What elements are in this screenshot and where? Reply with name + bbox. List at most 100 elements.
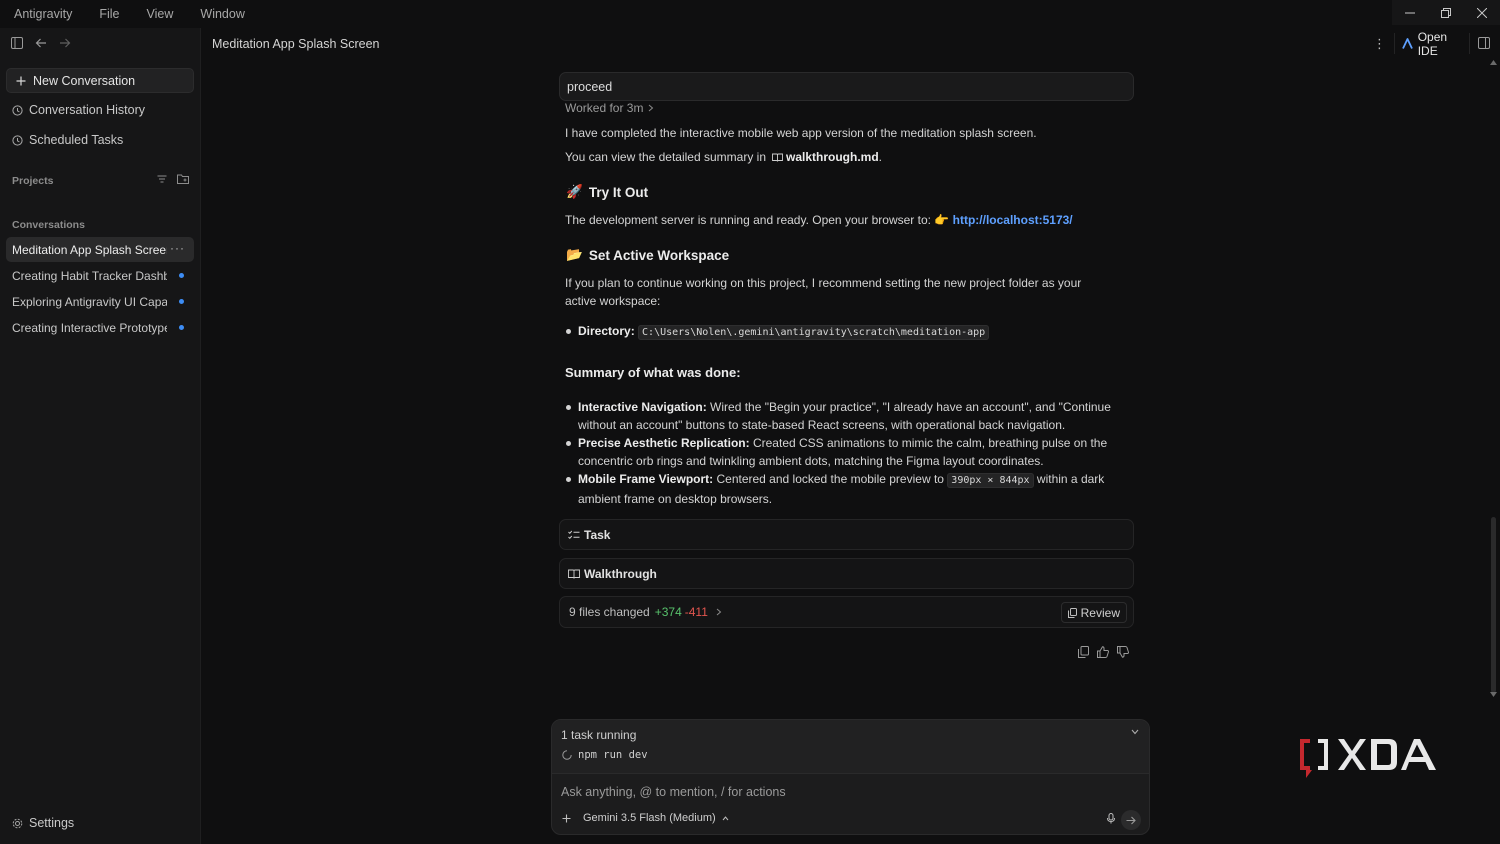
antigravity-logo-icon xyxy=(1402,38,1413,49)
scrollbar-thumb[interactable] xyxy=(1491,517,1496,693)
copy-icon xyxy=(1078,646,1089,658)
back-button[interactable] xyxy=(34,36,48,50)
localhost-link[interactable]: http://localhost:5173/ xyxy=(953,213,1073,227)
running-task-item[interactable]: npm run dev xyxy=(562,749,648,761)
walkthrough-filename: walkthrough.md xyxy=(786,150,879,164)
heading-text: Try It Out xyxy=(588,184,649,200)
collapse-tasks-button[interactable] xyxy=(1131,729,1139,735)
more-options-button[interactable]: ··· xyxy=(170,241,185,255)
scheduled-tasks-link[interactable]: Scheduled Tasks xyxy=(12,133,123,147)
thumbs-up-button[interactable] xyxy=(1097,646,1109,658)
user-message-text: proceed xyxy=(567,79,613,94)
thumbs-down-button[interactable] xyxy=(1117,646,1129,658)
settings-button[interactable]: Settings xyxy=(12,816,74,830)
task-artifact-card[interactable]: Task xyxy=(559,519,1134,550)
review-label: Review xyxy=(1080,605,1120,620)
user-message: proceed xyxy=(559,72,1134,101)
heading-text: Summary of what was done: xyxy=(565,365,741,380)
conversation-history-link[interactable]: Conversation History xyxy=(12,103,145,117)
summary-item-title: Interactive Navigation: xyxy=(578,400,707,414)
response-paragraph-3: The development server is running and re… xyxy=(565,211,1073,229)
copy-icon xyxy=(1067,607,1077,618)
response-paragraph-4: If you plan to continue working on this … xyxy=(565,276,1082,308)
menu-view[interactable]: View xyxy=(147,7,174,21)
heading-text: Set Active Workspace xyxy=(588,247,730,263)
summary-item-text: Centered and locked the mobile preview t… xyxy=(716,472,944,486)
minimize-icon xyxy=(1405,12,1415,13)
deletions-count: -411 xyxy=(684,605,708,619)
walkthrough-artifact-card[interactable]: Walkthrough xyxy=(559,558,1134,589)
summary-list: Interactive Navigation: Wired the "Begin… xyxy=(565,398,1130,508)
pointing-hand-icon: 👉 xyxy=(934,213,950,227)
review-button[interactable]: Review xyxy=(1060,602,1127,623)
new-conversation-button[interactable]: New Conversation xyxy=(6,68,194,93)
restore-button[interactable] xyxy=(1428,0,1464,25)
walkthrough-file-link[interactable]: walkthrough.md xyxy=(772,148,879,166)
checklist-icon xyxy=(568,530,580,539)
conversation-item-exploring-ui[interactable]: Exploring Antigravity UI Capa... xyxy=(6,289,194,314)
composer: 1 task running npm run dev Ask anything,… xyxy=(551,719,1150,835)
open-ide-button[interactable]: Open IDE xyxy=(1394,30,1470,58)
microphone-button[interactable] xyxy=(1107,813,1115,824)
menu-file[interactable]: File xyxy=(99,7,119,21)
directory-list: Directory: C:\Users\Nolen\.gemini\antigr… xyxy=(565,322,1130,342)
menu: Antigravity File View Window xyxy=(0,7,272,21)
viewport-size: 390px × 844px xyxy=(947,473,1034,488)
summary-suffix: . xyxy=(878,150,883,164)
heading-set-active-workspace: 📂 Set Active Workspace xyxy=(566,247,729,263)
heading-summary: Summary of what was done: xyxy=(565,365,741,380)
conversation-item-meditation[interactable]: Meditation App Splash Screen ··· xyxy=(6,237,194,262)
conversation-item-prototype[interactable]: Creating Interactive Prototype xyxy=(6,315,194,340)
toggle-panel-button[interactable] xyxy=(1478,37,1490,49)
summary-item-title: Precise Aesthetic Replication: xyxy=(578,436,750,450)
worked-for-toggle[interactable]: Worked for 3m xyxy=(565,99,654,117)
conversation-label: Exploring Antigravity UI Capa... xyxy=(12,294,167,309)
sidebar: New Conversation Conversation History Sc… xyxy=(0,28,201,844)
more-menu-button[interactable]: ⋮ xyxy=(1373,36,1386,52)
forward-button[interactable] xyxy=(58,36,72,50)
model-selector[interactable]: Gemini 3.5 Flash (Medium) xyxy=(583,812,729,824)
conversations-title: Conversations xyxy=(12,219,85,231)
running-tasks-panel[interactable]: 1 task running npm run dev xyxy=(552,720,1149,774)
book-icon xyxy=(568,569,580,579)
gear-icon xyxy=(12,818,23,828)
conversation-item-habit-tracker[interactable]: Creating Habit Tracker Dashb... xyxy=(6,263,194,288)
copy-response-button[interactable] xyxy=(1078,646,1089,658)
chevron-down-icon xyxy=(1131,729,1139,735)
response-paragraph-2: You can view the detailed summary in wal… xyxy=(565,148,882,166)
heading-try-it-out: 🚀 Try It Out xyxy=(566,184,648,200)
sidebar-toggle-icon xyxy=(11,37,23,49)
close-icon xyxy=(1477,7,1487,18)
conversation-label: Meditation App Splash Screen xyxy=(12,242,167,257)
menu-window[interactable]: Window xyxy=(200,7,244,21)
task-command: npm run dev xyxy=(578,749,648,761)
conversation-label: Creating Habit Tracker Dashb... xyxy=(12,268,167,283)
summary-item: Mobile Frame Viewport: Centered and lock… xyxy=(565,470,1130,508)
chat-input[interactable]: Ask anything, @ to mention, / for action… xyxy=(561,785,786,799)
toggle-sidebar-button[interactable] xyxy=(10,36,24,50)
folder-plus-icon xyxy=(177,174,189,184)
minimize-button[interactable] xyxy=(1392,0,1428,25)
history-icon xyxy=(12,104,23,116)
sidebar-toolbar xyxy=(0,28,200,58)
summary-item-title: Mobile Frame Viewport: xyxy=(578,472,714,486)
add-context-button[interactable] xyxy=(562,814,571,823)
directory-path: C:\Users\Nolen\.gemini\antigravity\scrat… xyxy=(638,325,990,340)
scheduled-tasks-label: Scheduled Tasks xyxy=(29,133,124,147)
plus-icon xyxy=(562,814,571,822)
settings-label: Settings xyxy=(29,816,75,830)
summary-item: Interactive Navigation: Wired the "Begin… xyxy=(565,398,1130,434)
task-card-label: Task xyxy=(584,527,611,542)
new-project-button[interactable] xyxy=(177,174,189,184)
close-button[interactable] xyxy=(1464,0,1500,25)
scroll-up-button[interactable] xyxy=(1490,60,1497,65)
thumbs-up-icon xyxy=(1097,646,1109,658)
filter-projects-button[interactable] xyxy=(157,174,167,184)
menu-antigravity[interactable]: Antigravity xyxy=(14,7,72,21)
send-button[interactable] xyxy=(1121,810,1141,830)
model-label: Gemini 3.5 Flash (Medium) xyxy=(583,812,716,824)
chevron-right-icon xyxy=(649,104,654,112)
conversation-history-label: Conversation History xyxy=(29,103,146,117)
scroll-down-button[interactable] xyxy=(1490,692,1497,697)
files-changed-card[interactable]: 9 files changed +374 -411 Review xyxy=(559,596,1134,628)
